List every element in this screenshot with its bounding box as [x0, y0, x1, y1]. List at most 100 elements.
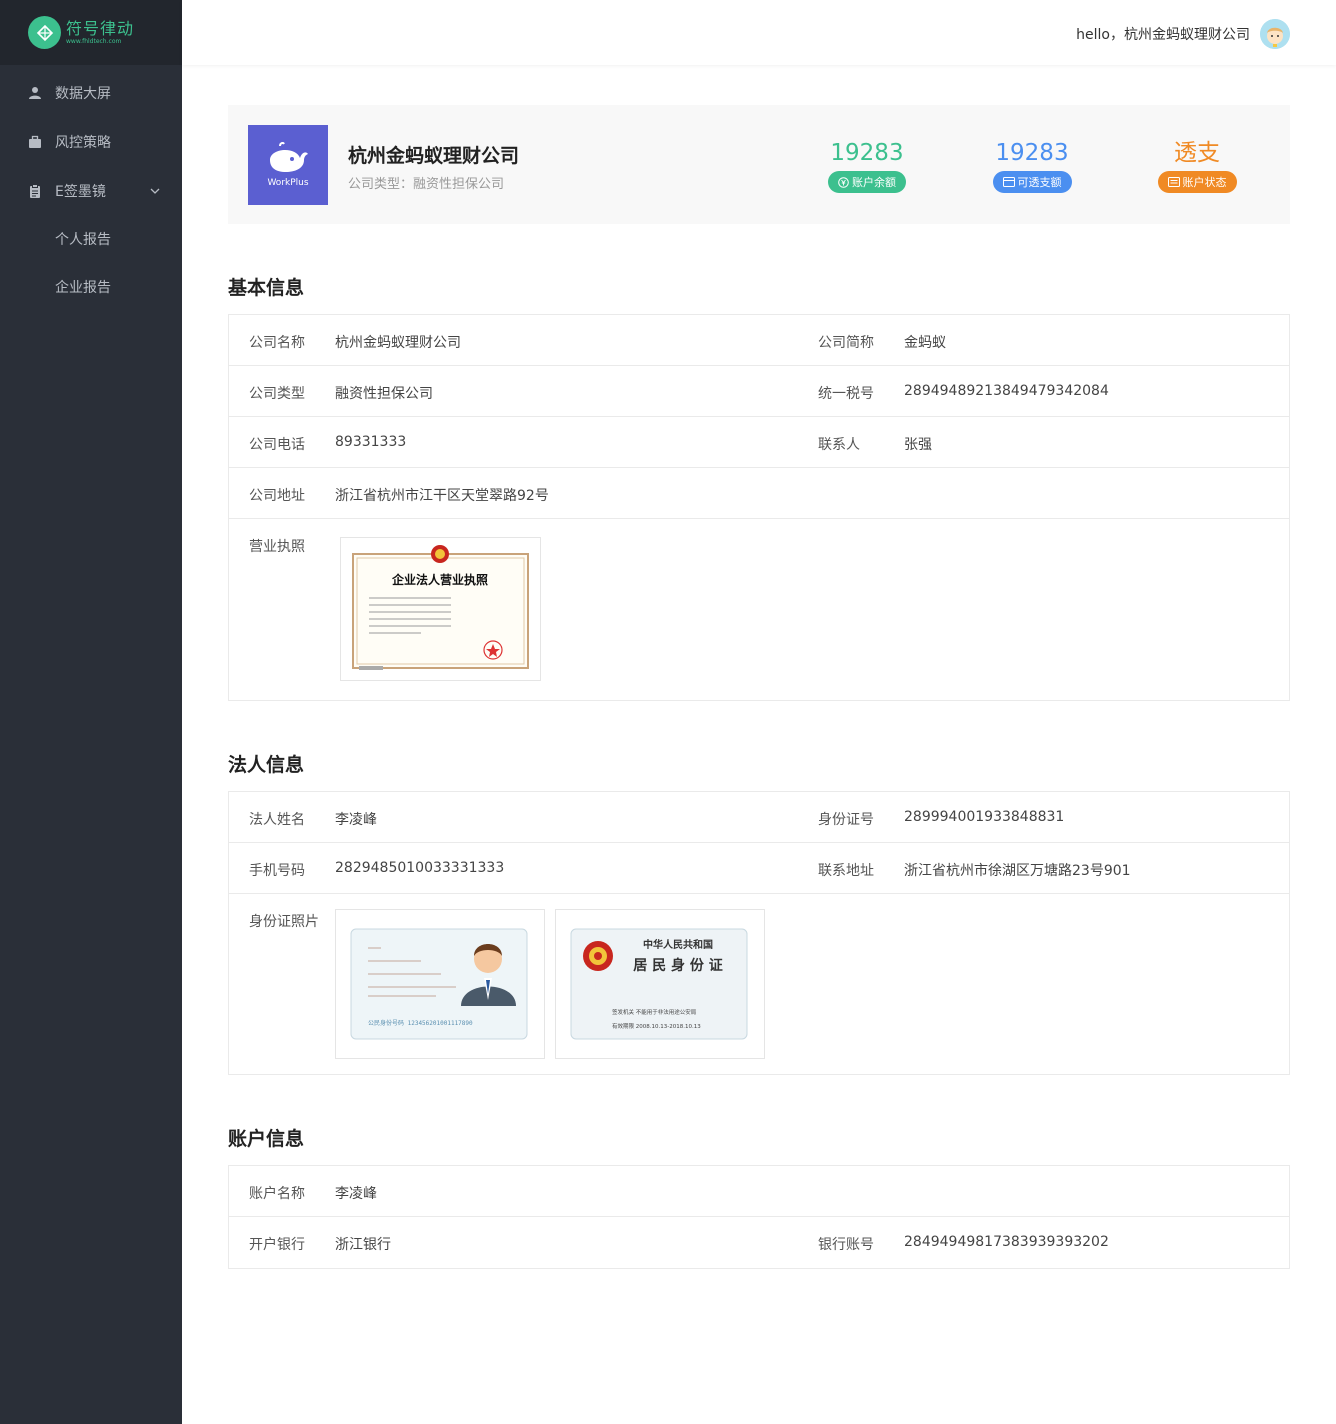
field-label: 账户名称 — [249, 1186, 305, 1202]
brand-name: 符号律动 — [66, 18, 135, 38]
field-value: 89331333 — [335, 434, 407, 450]
brand-url: www.fhldtech.com — [66, 37, 122, 45]
table-row: 营业执照 企业法人营业执照 — [229, 519, 1289, 700]
stat-value: 透支 — [1174, 140, 1220, 166]
section-title: 账户信息 — [228, 1128, 305, 1150]
sidebar: 符号律动 www.fhldtech.com 数据大屏 风控策略 E签墨镜 个人报… — [0, 0, 182, 1424]
business-license-image[interactable]: 企业法人营业执照 — [340, 537, 541, 681]
yen-icon — [838, 176, 849, 188]
field-value: 浙江银行 — [335, 1237, 391, 1253]
field-value: 李凌峰 — [335, 1186, 377, 1202]
whale-icon — [270, 142, 308, 172]
field-label: 公司地址 — [249, 488, 305, 504]
stat-badge: 账户状态 — [1157, 171, 1237, 193]
brand-logo-icon — [28, 16, 61, 49]
field-value: 289994001933848831 — [904, 809, 1065, 825]
sidebar-subitem-company-report[interactable]: 企业报告 — [0, 263, 182, 311]
sidebar-item-label: E签墨镜 — [55, 183, 106, 200]
field-label: 统一税号 — [818, 386, 874, 402]
basic-info-section: 基本信息 公司名称 杭州金蚂蚁理财公司 公司简称 金蚂蚁 公司类型 融资性担保公… — [228, 276, 1290, 701]
table-row: 公司名称 杭州金蚂蚁理财公司 公司简称 金蚂蚁 — [229, 315, 1289, 366]
sidebar-item-esign[interactable]: E签墨镜 — [0, 166, 182, 215]
company-type: 公司类型：融资性担保公司 — [348, 177, 505, 192]
id-back-line1: 中华人民共和国 — [643, 938, 713, 951]
field-value: 金蚂蚁 — [904, 335, 946, 351]
license-title: 企业法人营业执照 — [391, 572, 488, 587]
account-info-section: 账户信息 账户名称 李凌峰 开户银行 浙江银行 银行账号 28494949817… — [228, 1127, 1290, 1269]
stat-label: 账户状态 — [1182, 176, 1227, 189]
field-label: 身份证号 — [818, 812, 874, 828]
stat-label: 账户余额 — [852, 176, 896, 189]
id-back-valid: 有效期限 2008.10.13-2018.10.13 — [612, 1022, 701, 1030]
field-label: 身份证照片 — [249, 914, 319, 930]
field-value: 28949489213849479342084 — [904, 383, 1109, 399]
field-label: 联系人 — [818, 437, 860, 453]
briefcase-icon — [28, 135, 42, 149]
field-label: 联系地址 — [818, 863, 874, 879]
status-icon — [1167, 177, 1180, 187]
top-header: hello，杭州金蚂蚁理财公司 — [182, 0, 1336, 65]
field-value: 2829485010033331333 — [335, 860, 505, 876]
basic-info-table: 公司名称 杭州金蚂蚁理财公司 公司简称 金蚂蚁 公司类型 融资性担保公司 统一税… — [228, 314, 1290, 701]
sidebar-subitem-label: 企业报告 — [55, 280, 111, 296]
main-content: WorkPlus 杭州金蚂蚁理财公司 公司类型：融资性担保公司 19283 账户… — [228, 105, 1290, 1269]
stat-balance: 19283 账户余额 — [817, 138, 917, 193]
sidebar-subitem-label: 个人报告 — [55, 232, 111, 248]
greeting-text: hello，杭州金蚂蚁理财公司 — [1076, 27, 1250, 43]
company-name: 杭州金蚂蚁理财公司 — [348, 145, 520, 167]
company-logo: WorkPlus — [248, 125, 328, 205]
sidebar-item-risk[interactable]: 风控策略 — [0, 117, 182, 166]
chevron-down-icon[interactable] — [150, 184, 160, 200]
sidebar-subitem-personal-report[interactable]: 个人报告 — [0, 215, 182, 263]
sidebar-nav: 数据大屏 风控策略 E签墨镜 个人报告 企业报告 — [0, 65, 182, 311]
user-icon — [28, 86, 42, 100]
field-label: 开户银行 — [249, 1237, 305, 1253]
field-label: 公司简称 — [818, 335, 874, 351]
field-label: 营业执照 — [249, 539, 305, 555]
field-label: 公司电话 — [249, 437, 305, 453]
card-icon — [1002, 177, 1015, 187]
sidebar-item-label: 数据大屏 — [55, 85, 111, 102]
field-value: 杭州金蚂蚁理财公司 — [335, 335, 461, 351]
stat-badge: 可透支额 — [992, 171, 1072, 193]
table-row: 开户银行 浙江银行 银行账号 28494949817383939393202 — [229, 1217, 1289, 1268]
id-card-front-image[interactable]: 公民身份号码 123456201001117890 — [335, 909, 545, 1059]
stat-value: 19283 — [830, 140, 904, 166]
stat-overdraft-limit: 19283 可透支额 — [982, 138, 1082, 193]
id-back-line2: 居 民 身 份 证 — [633, 957, 723, 974]
section-title: 基本信息 — [228, 277, 305, 299]
clipboard-icon — [28, 183, 42, 198]
table-row: 公司地址 浙江省杭州市江干区天堂翠路92号 — [229, 468, 1289, 519]
table-row: 账户名称 李凌峰 — [229, 1166, 1289, 1217]
sidebar-item-label: 风控策略 — [55, 134, 111, 151]
field-label: 手机号码 — [249, 863, 305, 879]
field-value: 李凌峰 — [335, 812, 377, 828]
avatar[interactable] — [1260, 19, 1290, 49]
stat-account-status: 透支 账户状态 — [1147, 138, 1247, 193]
field-value: 张强 — [904, 437, 932, 453]
table-row: 公司电话 89331333 联系人 张强 — [229, 417, 1289, 468]
stat-badge: 账户余额 — [828, 171, 906, 193]
legal-info-table: 法人姓名 李凌峰 身份证号 289994001933848831 手机号码 28… — [228, 791, 1290, 1075]
logo[interactable]: 符号律动 www.fhldtech.com — [0, 0, 182, 65]
field-label: 公司名称 — [249, 335, 305, 351]
stat-label: 可透支额 — [1017, 176, 1062, 189]
company-summary-card: WorkPlus 杭州金蚂蚁理财公司 公司类型：融资性担保公司 19283 账户… — [228, 105, 1290, 224]
field-value: 浙江省杭州市徐湖区万塘路23号901 — [904, 863, 1131, 879]
table-row: 手机号码 2829485010033331333 联系地址 浙江省杭州市徐湖区万… — [229, 843, 1289, 894]
logo-caption: WorkPlus — [267, 178, 309, 188]
field-value: 融资性担保公司 — [335, 386, 433, 402]
field-value: 28494949817383939393202 — [904, 1234, 1109, 1250]
sidebar-item-dashboard[interactable]: 数据大屏 — [0, 68, 182, 117]
table-row: 法人姓名 李凌峰 身份证号 289994001933848831 — [229, 792, 1289, 843]
field-label: 银行账号 — [818, 1237, 874, 1253]
field-label: 法人姓名 — [249, 812, 305, 828]
field-label: 公司类型 — [249, 386, 305, 402]
table-row: 公司类型 融资性担保公司 统一税号 2894948921384947934208… — [229, 366, 1289, 417]
id-number-text: 公民身份号码 123456201001117890 — [368, 1019, 473, 1027]
account-info-table: 账户名称 李凌峰 开户银行 浙江银行 银行账号 2849494981738393… — [228, 1165, 1290, 1269]
legal-info-section: 法人信息 法人姓名 李凌峰 身份证号 289994001933848831 手机… — [228, 753, 1290, 1075]
stat-value: 19283 — [995, 140, 1069, 166]
field-value: 浙江省杭州市江干区天堂翠路92号 — [335, 488, 549, 504]
id-card-back-image[interactable]: 中华人民共和国 居 民 身 份 证 签发机关 不能用于非法用途公安局 有效期限 … — [555, 909, 765, 1059]
